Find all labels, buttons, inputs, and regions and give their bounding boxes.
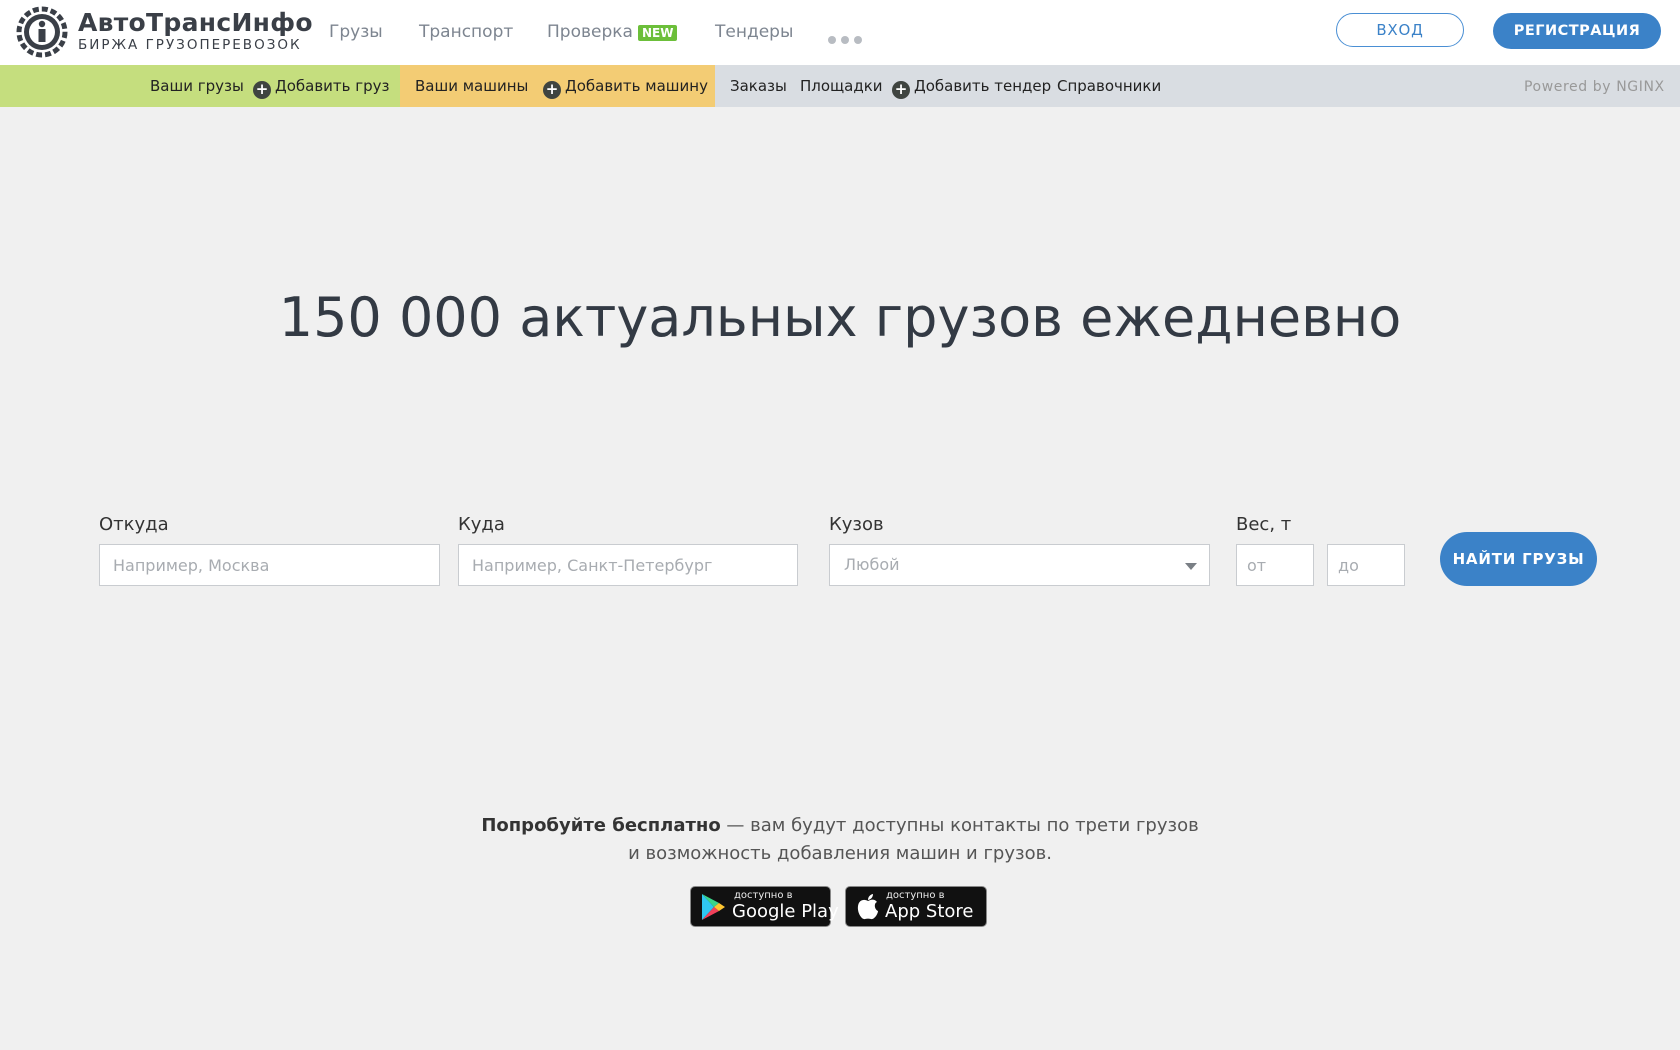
promo-text: Попробуйте бесплатно — вам будут доступн… [0, 812, 1680, 868]
site-logo[interactable]: АвтоТрансИнфо БИРЖА ГРУЗОПЕРЕВОЗОК [16, 6, 313, 60]
google-play-label: Google Play [732, 901, 839, 922]
plus-icon: + [543, 81, 561, 99]
chevron-down-icon [1185, 563, 1197, 570]
platforms-link[interactable]: Площадки [800, 77, 883, 95]
add-truck-link[interactable]: + Добавить машину [543, 77, 708, 99]
plus-icon: + [253, 81, 271, 99]
to-input[interactable] [458, 544, 798, 586]
google-play-button[interactable]: доступно в Google Play [690, 886, 839, 927]
to-label: Куда [458, 514, 505, 535]
plus-icon: + [892, 81, 910, 99]
powered-by: Powered by NGINX [1524, 79, 1665, 95]
app-store-button[interactable]: доступно в App Store [845, 886, 987, 927]
apple-icon [857, 894, 878, 920]
add-tender-link[interactable]: + Добавить тендер [892, 77, 1051, 99]
new-badge: NEW [638, 25, 678, 41]
add-truck-label: Добавить машину [565, 77, 708, 95]
promo-line2: и возможность добавления машин и грузов. [628, 843, 1052, 864]
from-input[interactable] [99, 544, 440, 586]
nav-tenders[interactable]: Тендеры [715, 22, 793, 42]
weight-label: Вес, т [1236, 514, 1292, 535]
your-trucks-link[interactable]: Ваши машины [415, 77, 528, 95]
google-play-small: доступно в [734, 890, 793, 901]
weight-from-input[interactable] [1236, 544, 1314, 586]
more-dots-icon[interactable] [828, 29, 867, 48]
body-label: Кузов [829, 514, 884, 535]
app-store-label: App Store [885, 901, 974, 922]
weight-to-input[interactable] [1327, 544, 1405, 586]
app-store-small: доступно в [886, 890, 945, 901]
add-cargo-link[interactable]: + Добавить груз [253, 77, 390, 99]
nav-transport[interactable]: Транспорт [419, 22, 513, 42]
add-cargo-label: Добавить груз [275, 77, 390, 95]
body-type-select[interactable]: Любой [829, 544, 1210, 586]
body-type-value: Любой [844, 555, 900, 574]
ati-logo-icon [16, 6, 68, 58]
references-link[interactable]: Справочники [1057, 77, 1161, 95]
nav-check[interactable]: Проверка [547, 22, 633, 42]
logo-name: АвтоТрансИнфо [78, 8, 313, 37]
your-cargo-link[interactable]: Ваши грузы [150, 77, 244, 95]
orders-link[interactable]: Заказы [730, 77, 787, 95]
nav-cargo[interactable]: Грузы [329, 22, 383, 42]
search-button[interactable]: НАЙТИ ГРУЗЫ [1440, 532, 1597, 586]
hero-title: 150 000 актуальных грузов ежедневно [278, 286, 1402, 349]
logo-subtitle: БИРЖА ГРУЗОПЕРЕВОЗОК [78, 37, 302, 53]
add-tender-label: Добавить тендер [914, 77, 1052, 95]
promo-line1: — вам будут доступны контакты по трети г… [720, 815, 1199, 836]
promo-bold: Попробуйте бесплатно [481, 815, 721, 836]
sub-nav: Ваши грузы + Добавить груз Ваши машины + Д… [0, 65, 1680, 107]
register-button[interactable]: РЕГИСТРАЦИЯ [1493, 13, 1661, 49]
from-label: Откуда [99, 514, 169, 535]
top-header: АвтоТрансИнфо БИРЖА ГРУЗОПЕРЕВОЗОК Грузы… [0, 0, 1680, 65]
google-play-icon [702, 894, 725, 920]
login-button[interactable]: ВХОД [1336, 13, 1464, 47]
